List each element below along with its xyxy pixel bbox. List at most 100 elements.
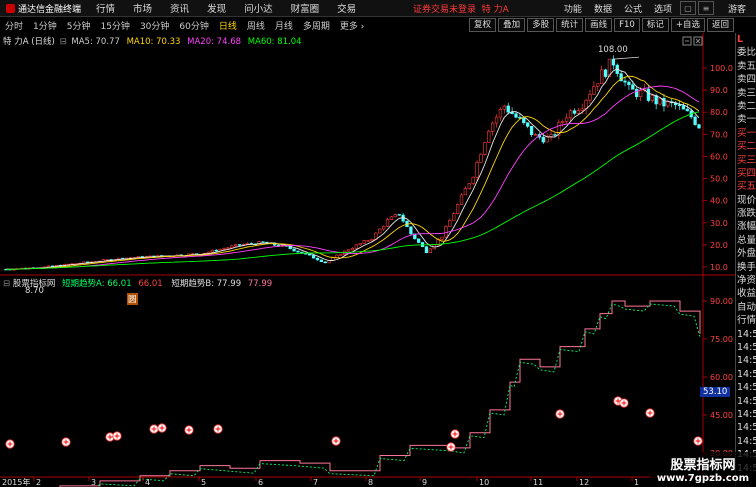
price-tick-label: 100.0 <box>710 64 733 73</box>
diejia-button[interactable]: 叠加 <box>498 18 526 32</box>
indicator-expand-icon[interactable]: ⊟ <box>3 279 10 289</box>
period-30min[interactable]: 30分钟 <box>135 19 174 32</box>
period-multi[interactable]: 多周期 <box>298 19 335 32</box>
candle-body <box>467 183 471 189</box>
sidebar-label[interactable]: 14:50 <box>736 354 756 367</box>
menu-item-gongshi[interactable]: 公式 <box>618 2 648 15</box>
event-marker[interactable]: 圆 <box>127 293 138 305</box>
sidebar-label[interactable]: 涨跌 <box>736 207 756 220</box>
sidebar-label[interactable]: 收益 <box>736 287 756 300</box>
period-60min[interactable]: 60分钟 <box>174 19 213 32</box>
candle-body <box>658 98 662 105</box>
sidebar-label[interactable]: 自动 <box>736 301 756 314</box>
candle-body <box>592 86 596 95</box>
sidebar-label[interactable]: 涨幅 <box>736 220 756 233</box>
back-button[interactable]: 返回 <box>706 18 734 32</box>
add-favorite-button[interactable]: +自选 <box>670 18 705 32</box>
period-5min[interactable]: 5分钟 <box>62 19 96 32</box>
restore-icon[interactable]: ▢ <box>679 1 696 15</box>
indicator-tick-label: 60.00 <box>710 373 733 382</box>
sidebar-label[interactable]: 14:50 <box>736 395 756 408</box>
tongji-button[interactable]: 统计 <box>556 18 584 32</box>
sidebar-label[interactable]: 换手 <box>736 261 756 274</box>
date-tick-label: 4 <box>145 478 150 487</box>
sidebar-label[interactable]: 买四 <box>736 167 756 180</box>
menu-item-wenxiaoda[interactable]: 问小达 <box>235 1 282 15</box>
sidebar-label[interactable]: 卖四 <box>736 73 756 86</box>
candle-body <box>514 113 518 118</box>
sidebar-label[interactable]: 14:50 <box>736 408 756 421</box>
candle-body <box>362 240 366 244</box>
app-logo: 通达信金融终端 <box>0 2 87 15</box>
sidebar-label[interactable]: 卖三 <box>736 87 756 100</box>
quote-sidebar: L 委比 卖五 卖四 卖三 卖二 卖一 买一 买二 买三 买四 买五 现价 涨跌 涨幅 总量 外盘 换手 净资 收益… <box>735 33 756 487</box>
sidebar-label[interactable]: 14:50 <box>736 421 756 434</box>
indicator-name: 股票指标网 <box>12 279 56 289</box>
candle-body <box>650 95 654 101</box>
candle-body <box>506 105 510 113</box>
sidebar-header[interactable]: L <box>736 33 756 46</box>
sidebar-label[interactable]: 现价 <box>736 194 756 207</box>
duogu-button[interactable]: 多股 <box>527 18 555 32</box>
candle-body <box>393 214 397 218</box>
sidebar-label[interactable]: 14:50 <box>736 435 756 448</box>
candle-body <box>459 194 464 205</box>
biaoji-button[interactable]: 标记 <box>641 18 669 32</box>
menu-item-caifuquan[interactable]: 财富圈 <box>282 1 329 15</box>
sidebar-label[interactable]: 买二 <box>736 140 756 153</box>
date-tick-label: 7 <box>313 478 318 487</box>
candle-body <box>522 117 526 123</box>
date-start-label: 2015年 <box>2 477 30 487</box>
period-more[interactable]: 更多 › <box>335 19 370 32</box>
sidebar-label[interactable]: 14:50 <box>736 381 756 394</box>
period-daily[interactable]: 日线 <box>214 19 242 32</box>
sidebar-label[interactable]: 卖五 <box>736 60 756 73</box>
period-15min[interactable]: 15分钟 <box>95 19 134 32</box>
sidebar-label[interactable]: 14:50 <box>736 328 756 341</box>
period-1min[interactable]: 1分钟 <box>28 19 62 32</box>
menu-item-gongneng[interactable]: 功能 <box>558 2 588 15</box>
menu-item-xuanxiang[interactable]: 选项 <box>648 2 678 15</box>
sidebar-label[interactable]: 委比 <box>736 46 756 59</box>
login-notice[interactable]: 证券交易未登录 特 力A <box>413 2 509 15</box>
candle-body <box>319 259 324 263</box>
sidebar-label[interactable]: 外盘 <box>736 247 756 260</box>
guest-label[interactable]: 游客 <box>728 2 746 15</box>
menu-item-jiaoyi[interactable]: 交易 <box>328 1 365 15</box>
sidebar-label[interactable]: 买一 <box>736 127 756 140</box>
sidebar-label[interactable]: 买五 <box>736 180 756 193</box>
sidebar-label[interactable]: 买三 <box>736 154 756 167</box>
menu-item-shichang[interactable]: 市场 <box>124 1 161 15</box>
candle-body <box>654 95 658 105</box>
candle-body <box>214 249 218 252</box>
menu-item-hangqing[interactable]: 行情 <box>87 1 124 15</box>
sidebar-label[interactable]: 总量 <box>736 234 756 247</box>
menu-item-faxian[interactable]: 发现 <box>198 1 235 15</box>
sidebar-label[interactable]: 净资 <box>736 274 756 287</box>
period-monthly[interactable]: 月线 <box>270 19 298 32</box>
candle-body <box>502 105 506 110</box>
menu-item-zixun[interactable]: 资讯 <box>161 1 198 15</box>
candle-body <box>226 247 230 249</box>
fuquan-button[interactable]: 复权 <box>469 18 497 32</box>
chart-area[interactable]: 100.0 90.0 80.0 70.0 60.0 50.0 40.0 30.0 20.0 10.… <box>0 33 735 487</box>
sidebar-label[interactable]: 14:50 <box>736 368 756 381</box>
huaxian-button[interactable]: 画线 <box>585 18 613 32</box>
date-tick-label: 5 <box>201 478 206 487</box>
menu-item-shuju[interactable]: 数据 <box>588 2 618 15</box>
price-tick-label: 80.0 <box>710 108 728 117</box>
sidebar-label[interactable]: 卖二 <box>736 100 756 113</box>
date-tick-label: 9 <box>422 478 427 487</box>
candle-body <box>230 245 234 249</box>
menu-icon[interactable]: ≡ <box>697 1 714 15</box>
sidebar-label[interactable]: 14:50 <box>736 341 756 354</box>
sidebar-label[interactable]: 卖一 <box>736 113 756 126</box>
candle-body <box>389 216 394 220</box>
candle-body <box>471 176 475 184</box>
price-tick-label: 10.0 <box>710 263 728 272</box>
sidebar-label[interactable]: 行情 <box>736 314 756 327</box>
period-weekly[interactable]: 周线 <box>242 19 270 32</box>
period-fenshi[interactable]: 分时 <box>0 19 28 32</box>
expand-icon[interactable]: ⊟ <box>60 37 67 47</box>
f10-button[interactable]: F10 <box>614 18 640 32</box>
